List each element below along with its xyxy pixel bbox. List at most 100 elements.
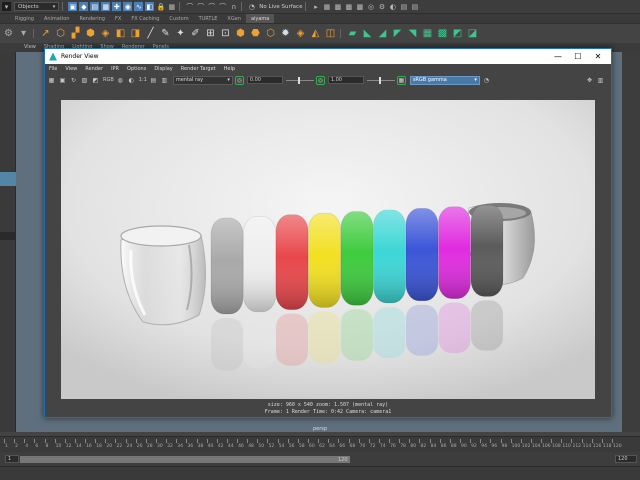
curve-tool-icon[interactable]: ↗ [39, 27, 52, 40]
selection-mode-dropdown[interactable]: Objects ▾ [14, 2, 60, 11]
frame-icon[interactable]: ⊡ [219, 27, 232, 40]
select-curve-icon[interactable]: ∿ [134, 2, 144, 11]
remove-image-icon[interactable]: ▥ [160, 76, 169, 85]
snap-curve-icon[interactable]: ⌒ [185, 2, 194, 11]
select-by-hierarchy-icon[interactable]: ▣ [68, 2, 78, 11]
torus-icon[interactable]: ◈ [294, 27, 307, 40]
sculpt-deformer-icon[interactable]: ◪ [466, 27, 479, 40]
shelf-tab-xgen[interactable]: XGen [222, 14, 246, 23]
renderer-dropdown[interactable]: mental ray ▾ [172, 75, 233, 85]
luminance-icon[interactable]: ◐ [127, 76, 136, 85]
exposure-slider[interactable] [285, 76, 314, 84]
gamma-slider[interactable] [366, 76, 395, 84]
layout-button[interactable] [0, 232, 16, 240]
menu-help[interactable]: Help [220, 66, 239, 72]
select-joint-icon[interactable]: ◉ [123, 2, 133, 11]
shelf-tab-animation[interactable]: Animation [39, 14, 75, 23]
polygon-tool-icon[interactable]: ⬡ [54, 27, 67, 40]
shelf-tab-custom[interactable]: Custom [164, 14, 193, 23]
panel-menu-view[interactable]: View [20, 43, 40, 52]
exposure-reset-icon[interactable]: ◎ [234, 75, 244, 85]
cone-icon[interactable]: ◭ [309, 27, 322, 40]
rendered-image[interactable] [61, 100, 595, 399]
active-tool[interactable] [0, 172, 16, 186]
snap-point-icon[interactable]: ⌒ [196, 2, 205, 11]
sculpt-tool-icon[interactable]: ✦ [174, 27, 187, 40]
snapshot-icon[interactable]: ◩ [91, 76, 100, 85]
cylinder-icon[interactable]: ◧ [114, 27, 127, 40]
menu-set-icon[interactable]: ▾ [2, 2, 11, 11]
select-mask-icon[interactable]: ▦ [101, 2, 111, 11]
nurbs-sphere-icon[interactable]: ⬢ [234, 27, 247, 40]
select-by-component-icon[interactable]: ▤ [90, 2, 100, 11]
view-transform-dropdown[interactable]: sRGB gamma ▾ [409, 75, 480, 85]
cube-icon[interactable]: ◈ [99, 27, 112, 40]
wave-icon[interactable]: ◤ [391, 27, 404, 40]
render-settings-icon[interactable]: ◔ [482, 76, 491, 85]
pipe-icon[interactable]: ◫ [324, 27, 337, 40]
color-management-icon[interactable]: ▦ [396, 75, 406, 85]
render-view-titlebar[interactable]: Render View — ☐ ✕ [45, 49, 611, 64]
shelf-tab-aiyama[interactable]: aiyama [245, 14, 275, 23]
maximize-button[interactable]: ☐ [568, 51, 588, 62]
light-editor-icon[interactable]: ◐ [388, 2, 397, 11]
select-handle-icon[interactable]: ✚ [112, 2, 122, 11]
menu-display[interactable]: Display [150, 66, 176, 72]
range-slider-bar[interactable] [20, 456, 350, 463]
menu-ipr[interactable]: IPR [107, 66, 123, 72]
real-size-button[interactable]: 1:1 [139, 77, 147, 83]
menu-options[interactable]: Options [123, 66, 150, 72]
command-line[interactable] [0, 466, 640, 480]
ipr-render-icon[interactable]: ▩ [344, 2, 353, 11]
snap-live-icon[interactable]: ⌒ [218, 2, 227, 11]
lattice-icon[interactable]: ▦ [421, 27, 434, 40]
time-slider[interactable]: 1 2 4 6 8 10 12 14 16 18 20 22 24 26 28 30 32 34 36 38 40 42 4… [0, 436, 640, 452]
alpha-channel-icon[interactable]: ◍ [116, 76, 125, 85]
wrap-icon[interactable]: ◩ [451, 27, 464, 40]
render-region-icon[interactable]: ▧ [80, 76, 89, 85]
snap-view-plane-icon[interactable]: ⌒ [207, 2, 216, 11]
lock-icon[interactable]: 🔒 [156, 2, 165, 11]
gamma-field[interactable]: 1.00 [327, 76, 364, 84]
render-setup-icon[interactable]: ⚙ [377, 2, 386, 11]
dual-view-icon[interactable]: ▥ [596, 76, 605, 85]
group-icon[interactable]: ⊞ [204, 27, 217, 40]
snap-grid-icon[interactable]: ▦ [167, 2, 176, 11]
menu-render[interactable]: Render [81, 66, 107, 72]
shelf-tab-fx[interactable]: FX [110, 14, 126, 23]
menu-file[interactable]: File [45, 66, 61, 72]
render-frame-icon[interactable]: ▩ [333, 2, 342, 11]
pen-tool-icon[interactable]: ╱ [144, 27, 157, 40]
sphere-icon[interactable]: ⬢ [84, 27, 97, 40]
live-surface-icon[interactable]: ◔ [247, 2, 256, 11]
deformer-icon[interactable]: ▰ [346, 27, 359, 40]
range-start-field[interactable]: 1 [5, 455, 19, 463]
ep-curve-icon[interactable]: ▞ [69, 27, 82, 40]
rgb-channel-button[interactable]: RGB [103, 77, 114, 83]
paint-tool-icon[interactable]: ✎ [159, 27, 172, 40]
shelf-tab-rendering[interactable]: Rendering [74, 14, 110, 23]
magnet-icon[interactable]: ∩ [229, 2, 238, 11]
plane-icon[interactable]: ◨ [129, 27, 142, 40]
history-icon[interactable]: ▦ [322, 2, 331, 11]
light-icon[interactable]: ✹ [279, 27, 292, 40]
cluster-icon[interactable]: ▩ [436, 27, 449, 40]
shelf-tab-rigging[interactable]: Rigging [10, 14, 39, 23]
toggle-panel-icon[interactable]: ▤ [410, 2, 419, 11]
twist-icon[interactable]: ◢ [376, 27, 389, 40]
menu-render-target[interactable]: Render Target [177, 66, 220, 72]
shelf-options-icon[interactable]: ▾ [17, 27, 30, 40]
minimize-button[interactable]: — [548, 51, 568, 62]
refresh-icon[interactable]: ↻ [69, 76, 78, 85]
toggle-panel-icon[interactable]: ▤ [399, 2, 408, 11]
ipr-icon[interactable]: ▣ [58, 76, 67, 85]
pan-icon[interactable]: ✥ [585, 76, 594, 85]
brush-tool-icon[interactable]: ✐ [189, 27, 202, 40]
range-end-field[interactable]: 120 [615, 455, 637, 463]
select-by-object-icon[interactable]: ◆ [79, 2, 89, 11]
render-settings-icon[interactable]: ▩ [355, 2, 364, 11]
shelf-tab-fx-caching[interactable]: FX Caching [126, 14, 164, 23]
gamma-reset-icon[interactable]: ◎ [315, 75, 325, 85]
bend-icon[interactable]: ◣ [361, 27, 374, 40]
input-output-icon[interactable]: ▸ [311, 2, 320, 11]
